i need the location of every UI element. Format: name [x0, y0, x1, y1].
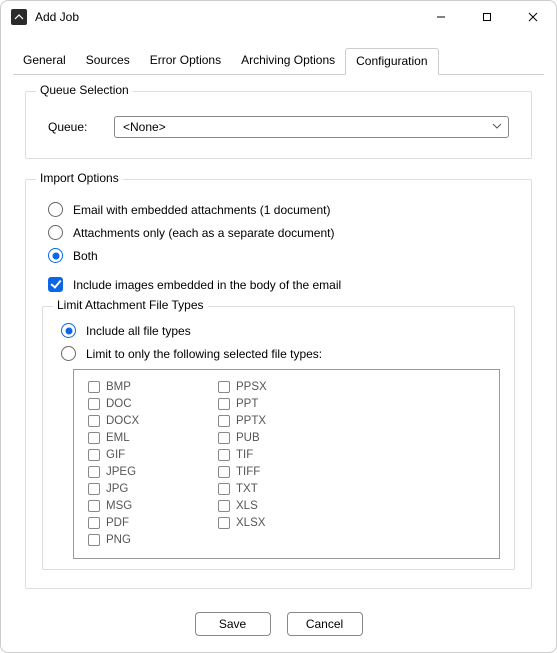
checkbox-icon[interactable]	[218, 517, 230, 529]
radio-icon	[61, 346, 76, 361]
import-mode-options: Email with embedded attachments (1 docum…	[42, 202, 515, 263]
maximize-button[interactable]	[464, 1, 510, 33]
file-type-item: BMP	[88, 378, 208, 395]
file-type-item: XLSX	[218, 514, 338, 531]
radio-label: Attachments only (each as a separate doc…	[73, 226, 334, 240]
cancel-button[interactable]: Cancel	[287, 612, 363, 636]
checkbox-icon[interactable]	[218, 381, 230, 393]
titlebar: Add Job	[1, 1, 556, 33]
checkbox-icon[interactable]	[88, 432, 100, 444]
radio-label: Email with embedded attachments (1 docum…	[73, 203, 330, 217]
import-options-group: Import Options Email with embedded attac…	[25, 179, 532, 589]
file-type-item: PDF	[88, 514, 208, 531]
minimize-button[interactable]	[418, 1, 464, 33]
file-types-listbox[interactable]: BMP DOC DOCX EML GIF JPEG JPG MSG PDF PN…	[73, 369, 500, 559]
radio-label: Limit to only the following selected fil…	[86, 347, 322, 361]
checkbox-icon[interactable]	[88, 449, 100, 461]
checkbox-icon[interactable]	[218, 415, 230, 427]
import-options-legend: Import Options	[36, 171, 123, 185]
checkbox-icon[interactable]	[88, 381, 100, 393]
tab-archiving-options[interactable]: Archiving Options	[231, 48, 345, 75]
file-type-item: DOC	[88, 395, 208, 412]
file-type-item: PPT	[218, 395, 338, 412]
radio-include-all[interactable]: Include all file types	[61, 323, 496, 338]
checkbox-icon[interactable]	[88, 517, 100, 529]
checkbox-include-images[interactable]: Include images embedded in the body of t…	[48, 277, 509, 292]
queue-selection-legend: Queue Selection	[36, 83, 133, 97]
chevron-down-icon	[492, 120, 502, 134]
tab-error-options[interactable]: Error Options	[140, 48, 231, 75]
app-icon	[11, 9, 27, 25]
checkbox-icon[interactable]	[88, 466, 100, 478]
tab-configuration[interactable]: Configuration	[345, 48, 438, 75]
file-type-item: TXT	[218, 480, 338, 497]
file-type-item: MSG	[88, 497, 208, 514]
checkbox-icon[interactable]	[218, 398, 230, 410]
window-title: Add Job	[35, 10, 79, 24]
file-type-item: TIF	[218, 446, 338, 463]
radio-icon	[48, 202, 63, 217]
window-controls	[418, 1, 556, 33]
checkbox-icon[interactable]	[88, 500, 100, 512]
queue-value: <None>	[123, 120, 166, 134]
file-type-item: XLS	[218, 497, 338, 514]
radio-email-embedded[interactable]: Email with embedded attachments (1 docum…	[48, 202, 509, 217]
file-type-item: JPEG	[88, 463, 208, 480]
tab-general[interactable]: General	[13, 48, 76, 75]
dialog-footer: Save Cancel	[1, 612, 556, 636]
file-type-item: EML	[88, 429, 208, 446]
save-button[interactable]: Save	[195, 612, 271, 636]
radio-icon	[48, 248, 63, 263]
tab-strip: General Sources Error Options Archiving …	[13, 47, 544, 75]
checkbox-icon[interactable]	[218, 466, 230, 478]
checkbox-icon[interactable]	[88, 415, 100, 427]
file-type-item: JPG	[88, 480, 208, 497]
tab-sources[interactable]: Sources	[76, 48, 140, 75]
radio-icon	[61, 323, 76, 338]
checkbox-icon[interactable]	[218, 449, 230, 461]
queue-combobox[interactable]: <None>	[114, 116, 509, 138]
checkbox-icon[interactable]	[88, 483, 100, 495]
radio-attachments-only[interactable]: Attachments only (each as a separate doc…	[48, 225, 509, 240]
file-type-item: GIF	[88, 446, 208, 463]
file-type-item: TIFF	[218, 463, 338, 480]
queue-label: Queue:	[48, 120, 96, 134]
file-type-item: PPTX	[218, 412, 338, 429]
radio-both[interactable]: Both	[48, 248, 509, 263]
checkbox-icon[interactable]	[88, 534, 100, 546]
radio-limit-selected[interactable]: Limit to only the following selected fil…	[61, 346, 496, 361]
checkbox-label: Include images embedded in the body of t…	[73, 278, 341, 292]
checkbox-icon	[48, 277, 63, 292]
file-type-item: DOCX	[88, 412, 208, 429]
radio-icon	[48, 225, 63, 240]
file-type-item: PUB	[218, 429, 338, 446]
checkbox-icon[interactable]	[218, 432, 230, 444]
radio-label: Include all file types	[86, 324, 191, 338]
checkbox-icon[interactable]	[88, 398, 100, 410]
file-type-item: PPSX	[218, 378, 338, 395]
queue-selection-group: Queue Selection Queue: <None>	[25, 91, 532, 159]
limit-file-types-legend: Limit Attachment File Types	[53, 298, 208, 312]
checkbox-icon[interactable]	[218, 483, 230, 495]
checkbox-icon[interactable]	[218, 500, 230, 512]
file-type-item: PNG	[88, 531, 208, 548]
close-button[interactable]	[510, 1, 556, 33]
radio-label: Both	[73, 249, 98, 263]
limit-file-types-group: Limit Attachment File Types Include all …	[42, 306, 515, 570]
